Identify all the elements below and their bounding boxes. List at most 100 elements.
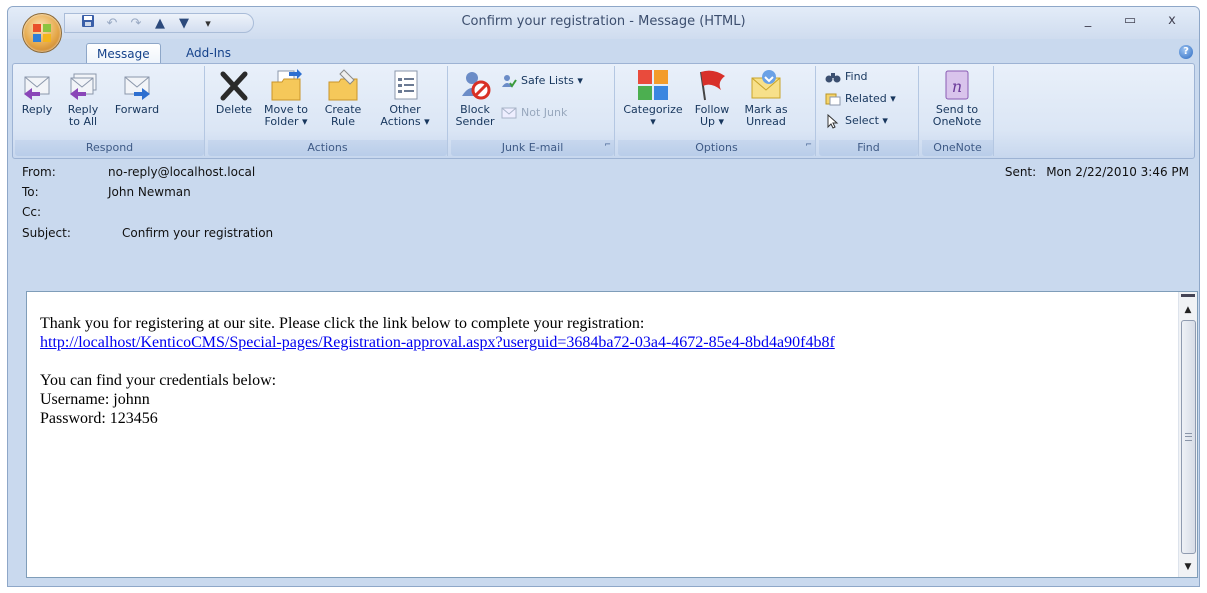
select-button[interactable]: Select ▾ [825, 112, 888, 130]
minimize-button[interactable]: _ [1073, 13, 1103, 28]
customize-qat-icon[interactable]: ▾ [199, 17, 217, 30]
follow-up-label-2: Up ▾ [699, 115, 725, 128]
safe-lists-icon [501, 73, 517, 89]
vertical-scrollbar[interactable]: ▲ ▼ [1178, 292, 1197, 577]
save-icon[interactable] [79, 14, 97, 32]
group-label-options: Options ⌐ [618, 140, 815, 156]
cursor-icon [825, 113, 841, 129]
body-line-intro: Thank you for registering at our site. P… [40, 315, 645, 332]
follow-up-flag-icon [695, 68, 729, 102]
body-line-credentials: You can find your credentials below: [40, 372, 277, 389]
help-icon[interactable]: ? [1179, 45, 1193, 59]
reply-button[interactable]: Reply [19, 68, 55, 116]
not-junk-button[interactable]: Not Junk [501, 104, 567, 122]
junk-dialog-launcher-icon[interactable]: ⌐ [604, 137, 611, 153]
not-junk-icon [501, 105, 517, 121]
to-label: To: [22, 185, 39, 199]
redo-icon[interactable]: ↷ [127, 16, 145, 31]
block-sender-icon [458, 68, 492, 102]
related-icon [825, 91, 841, 107]
reply-all-button[interactable]: Reply to All [61, 68, 105, 128]
create-rule-label-2: Rule [331, 115, 355, 128]
message-body[interactable]: Thank you for registering at our site. P… [26, 291, 1198, 578]
mark-as-unread-button[interactable]: Mark as Unread [740, 68, 792, 128]
group-label-onenote: OneNote [922, 140, 993, 156]
create-rule-icon [326, 68, 360, 102]
group-find: Find Related ▾ Select ▾ Find [819, 66, 919, 156]
maximize-button[interactable]: ▭ [1115, 13, 1145, 28]
subject-label: Subject: [22, 226, 71, 240]
office-logo-icon [33, 24, 51, 42]
block-label-2: Sender [455, 115, 495, 128]
subject-value: Confirm your registration [122, 226, 274, 240]
tab-add-ins[interactable]: Add-Ins [176, 43, 241, 63]
categorize-label-2: ▾ [650, 115, 656, 128]
sent-label: Sent: [1004, 165, 1037, 179]
move-to-folder-button[interactable]: Move to Folder ▾ [260, 68, 312, 128]
message-window: Confirm your registration - Message (HTM… [7, 6, 1200, 587]
find-label: Find [845, 70, 868, 83]
quick-access-toolbar: ↶ ↷ ▲ ▼ ▾ [64, 13, 254, 33]
group-junk-email: Block Sender Safe Lists ▾ Not Junk Junk … [451, 66, 615, 156]
related-label: Related ▾ [845, 92, 896, 105]
block-sender-button[interactable]: Block Sender [455, 68, 495, 128]
scroll-down-button[interactable]: ▼ [1179, 559, 1197, 575]
svg-text:n: n [952, 77, 962, 96]
other-actions-button[interactable]: Other Actions ▾ [374, 68, 436, 128]
safe-lists-button[interactable]: Safe Lists ▾ [501, 72, 583, 90]
office-button[interactable] [22, 13, 62, 53]
scrollbar-top-marker [1181, 294, 1195, 297]
junk-email-label: Junk E-mail [501, 141, 564, 154]
group-onenote: n Send to OneNote OneNote [922, 66, 994, 156]
group-label-junk-email: Junk E-mail ⌐ [451, 140, 614, 156]
options-label: Options [695, 141, 738, 154]
reply-label: Reply [21, 103, 53, 116]
close-button[interactable]: x [1157, 13, 1187, 28]
other-actions-icon [388, 68, 422, 102]
group-label-find: Find [819, 140, 918, 156]
delete-button[interactable]: Delete [212, 68, 256, 116]
scroll-up-button[interactable]: ▲ [1179, 302, 1197, 318]
categorize-button[interactable]: Categorize ▾ [622, 68, 684, 128]
find-button[interactable]: Find [825, 68, 868, 86]
cc-label: Cc: [22, 205, 42, 219]
mark-unread-label-2: Unread [746, 115, 786, 128]
sent-row: Sent: Mon 2/22/2010 3:46 PM [1005, 165, 1189, 179]
not-junk-label: Not Junk [521, 106, 568, 119]
delete-icon [217, 68, 251, 102]
move-to-folder-icon [269, 68, 303, 102]
related-button[interactable]: Related ▾ [825, 90, 896, 108]
follow-up-button[interactable]: Follow Up ▾ [688, 68, 736, 128]
group-respond: Reply Reply to All Forward Respond [15, 66, 205, 156]
forward-label: Forward [114, 103, 160, 116]
tab-message[interactable]: Message [86, 43, 161, 64]
safe-lists-label: Safe Lists ▾ [521, 74, 583, 87]
body-blank-line [40, 352, 835, 371]
forward-button[interactable]: Forward [111, 68, 163, 116]
undo-icon[interactable]: ↶ [103, 16, 121, 31]
send-onenote-label-2: OneNote [932, 115, 982, 128]
registration-approval-link[interactable]: http://localhost/KenticoCMS/Special-page… [40, 334, 835, 351]
from-row: From: no-reply@localhost.local [22, 165, 255, 179]
sent-value: Mon 2/22/2010 3:46 PM [1046, 165, 1189, 179]
from-value[interactable]: no-reply@localhost.local [108, 165, 255, 179]
message-body-text: Thank you for registering at our site. P… [40, 314, 835, 428]
group-label-respond: Respond [15, 140, 204, 156]
body-line-password: Password: 123456 [40, 410, 158, 427]
options-dialog-launcher-icon[interactable]: ⌐ [805, 137, 812, 153]
mark-unread-icon [749, 68, 783, 102]
scroll-grip-icon [1185, 433, 1192, 441]
create-rule-button[interactable]: Create Rule [318, 68, 368, 128]
group-label-actions: Actions [208, 140, 447, 156]
other-actions-label-2: Actions ▾ [380, 115, 430, 128]
send-to-onenote-button[interactable]: n Send to OneNote [928, 68, 986, 128]
reply-all-label-2: to All [68, 115, 98, 128]
scroll-thumb[interactable] [1181, 320, 1196, 554]
next-item-icon[interactable]: ▼ [175, 16, 193, 31]
previous-item-icon[interactable]: ▲ [151, 16, 169, 31]
select-label: Select ▾ [845, 114, 888, 127]
group-options: Categorize ▾ Follow Up ▾ Mark as Unread … [618, 66, 816, 156]
delete-label: Delete [215, 103, 253, 116]
to-value[interactable]: John Newman [108, 185, 191, 199]
reply-icon [20, 68, 54, 102]
